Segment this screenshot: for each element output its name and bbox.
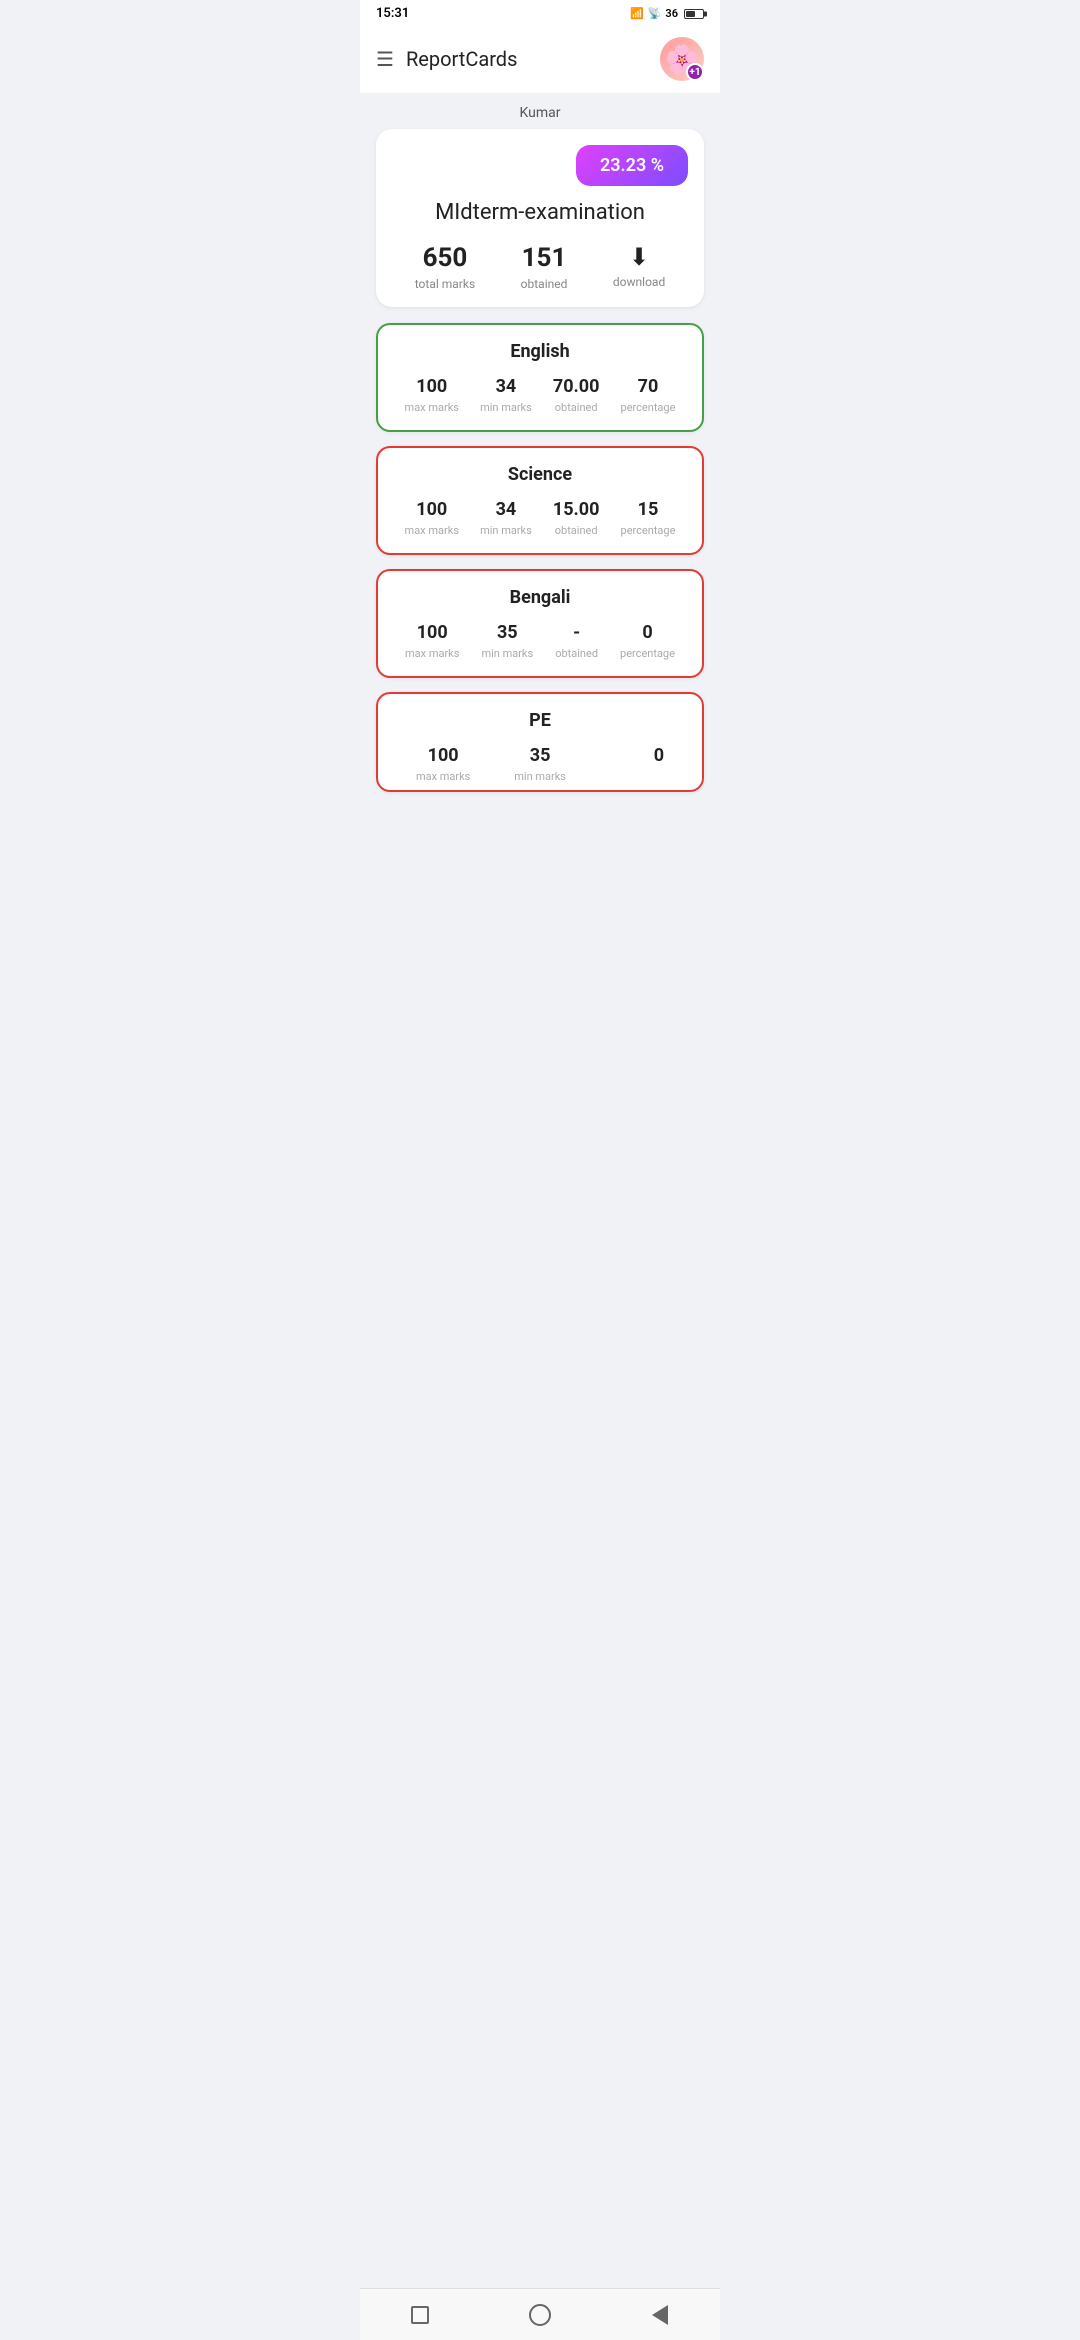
science-max-label: max marks <box>405 524 459 537</box>
nav-triangle-icon <box>652 2305 668 2325</box>
pe-min-value: 35 <box>514 745 566 766</box>
bengali-percentage: 0 percentage <box>620 622 675 660</box>
pe-percentage-value: 0 <box>654 745 664 766</box>
pe-min-marks: 35 min marks <box>514 745 566 783</box>
subject-card-english: English 100 max marks 34 min marks 70.00… <box>376 323 704 432</box>
bengali-max-label: max marks <box>405 647 459 660</box>
subject-card-science: Science 100 max marks 34 min marks 15.00… <box>376 446 704 555</box>
total-marks-stat: 650 total marks <box>415 243 475 291</box>
subject-name-science: Science <box>394 464 686 485</box>
nav-recents-button[interactable] <box>646 2301 674 2329</box>
english-obtained-value: 70.00 <box>553 376 600 397</box>
nav-square-icon <box>411 2306 429 2324</box>
pe-max-value: 100 <box>416 745 470 766</box>
pe-max-marks: 100 max marks <box>416 745 470 783</box>
subject-stats-pe: 100 max marks 35 min marks 0 <box>394 745 686 783</box>
student-name: Kumar <box>376 105 704 121</box>
subject-name-pe: PE <box>394 710 686 731</box>
science-obtained-label: obtained <box>553 524 600 537</box>
science-min-marks: 34 min marks <box>480 499 532 537</box>
avatar-wrapper[interactable]: 🌸 +1 <box>660 37 704 81</box>
total-marks-label: total marks <box>415 277 475 291</box>
summary-card: 23.23 % MIdterm-examination 650 total ma… <box>376 129 704 307</box>
percentage-badge: 23.23 % <box>576 145 688 186</box>
app-bar: ☰ ReportCards 🌸 +1 <box>360 25 720 93</box>
battery-icon <box>684 9 704 19</box>
obtained-value: 151 <box>521 243 568 273</box>
bengali-percentage-label: percentage <box>620 647 675 660</box>
science-max-marks: 100 max marks <box>405 499 459 537</box>
bengali-obtained-label: obtained <box>555 647 598 660</box>
download-label: download <box>613 275 665 289</box>
bengali-min-value: 35 <box>481 622 533 643</box>
science-obtained: 15.00 obtained <box>553 499 600 537</box>
subject-name-english: English <box>394 341 686 362</box>
obtained-stat: 151 obtained <box>521 243 568 291</box>
bengali-obtained: - obtained <box>555 622 598 660</box>
english-max-value: 100 <box>405 376 459 397</box>
nav-back-button[interactable] <box>406 2301 434 2329</box>
science-min-label: min marks <box>480 524 532 537</box>
signal-icon: 📶 <box>630 7 644 20</box>
download-stat[interactable]: ⬇ download <box>613 243 665 289</box>
hamburger-icon[interactable]: ☰ <box>376 47 394 71</box>
science-obtained-value: 15.00 <box>553 499 600 520</box>
english-obtained: 70.00 obtained <box>553 376 600 414</box>
main-content: Kumar 23.23 % MIdterm-examination 650 to… <box>360 93 720 874</box>
bengali-percentage-value: 0 <box>620 622 675 643</box>
obtained-label: obtained <box>521 277 568 291</box>
science-percentage: 15 percentage <box>621 499 676 537</box>
subject-stats-english: 100 max marks 34 min marks 70.00 obtaine… <box>394 376 686 414</box>
english-max-marks: 100 max marks <box>405 376 459 414</box>
avatar-badge: +1 <box>686 63 704 81</box>
pe-max-label: max marks <box>416 770 470 783</box>
subject-stats-science: 100 max marks 34 min marks 15.00 obtaine… <box>394 499 686 537</box>
english-percentage-label: percentage <box>621 401 676 414</box>
subject-card-pe: PE 100 max marks 35 min marks 0 <box>376 692 704 792</box>
pe-percentage: 0 <box>654 745 664 770</box>
science-min-value: 34 <box>480 499 532 520</box>
subject-card-bengali: Bengali 100 max marks 35 min marks - obt… <box>376 569 704 678</box>
app-title: ReportCards <box>406 47 517 71</box>
status-icons: 📶 📡 36 <box>630 7 704 20</box>
nav-home-button[interactable] <box>526 2301 554 2329</box>
english-min-marks: 34 min marks <box>480 376 532 414</box>
wifi-icon: 📡 <box>648 7 662 20</box>
summary-stats: 650 total marks 151 obtained ⬇ download <box>392 243 688 291</box>
english-percentage: 70 percentage <box>621 376 676 414</box>
total-marks-value: 650 <box>415 243 475 273</box>
pe-min-label: min marks <box>514 770 566 783</box>
english-percentage-value: 70 <box>621 376 676 397</box>
science-percentage-label: percentage <box>621 524 676 537</box>
status-bar: 15:31 📶 📡 36 <box>360 0 720 25</box>
bengali-min-label: min marks <box>481 647 533 660</box>
download-icon: ⬇ <box>613 243 665 271</box>
english-max-label: max marks <box>405 401 459 414</box>
subject-stats-bengali: 100 max marks 35 min marks - obtained 0 … <box>394 622 686 660</box>
battery-text: 36 <box>665 7 678 20</box>
bengali-max-value: 100 <box>405 622 459 643</box>
status-time: 15:31 <box>376 6 409 21</box>
app-bar-left: ☰ ReportCards <box>376 47 517 71</box>
bengali-min-marks: 35 min marks <box>481 622 533 660</box>
exam-title: MIdterm-examination <box>392 200 688 225</box>
bengali-obtained-value: - <box>555 622 598 643</box>
nav-bar <box>360 2288 720 2340</box>
english-min-value: 34 <box>480 376 532 397</box>
science-max-value: 100 <box>405 499 459 520</box>
subject-name-bengali: Bengali <box>394 587 686 608</box>
english-obtained-label: obtained <box>553 401 600 414</box>
bengali-max-marks: 100 max marks <box>405 622 459 660</box>
nav-circle-icon <box>529 2304 551 2326</box>
science-percentage-value: 15 <box>621 499 676 520</box>
english-min-label: min marks <box>480 401 532 414</box>
